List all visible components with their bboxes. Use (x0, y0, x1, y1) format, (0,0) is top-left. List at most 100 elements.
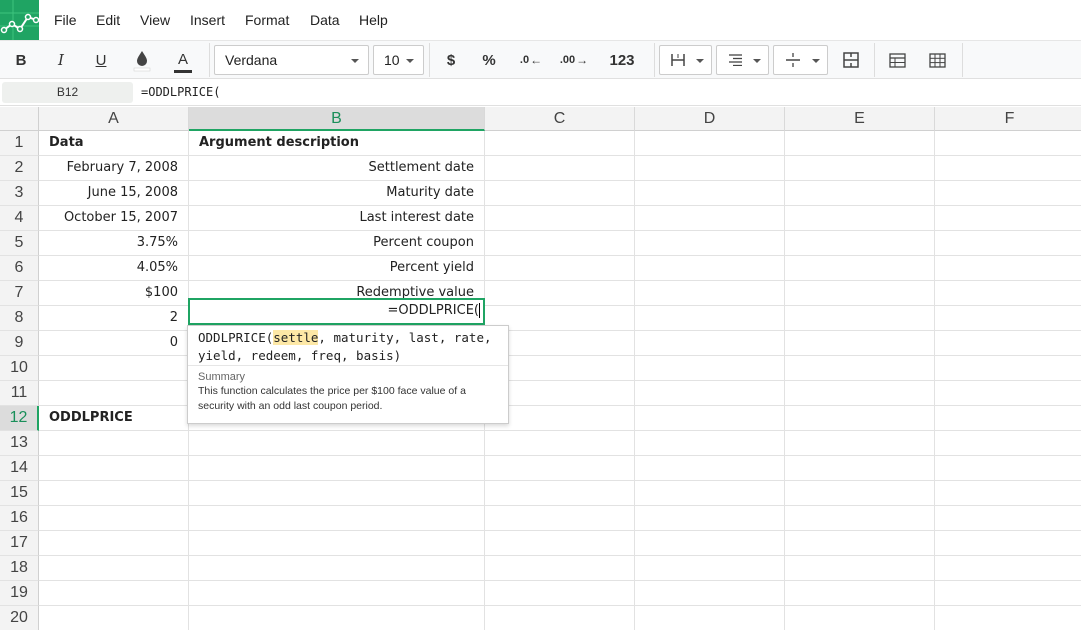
cell-f7[interactable] (935, 281, 1081, 306)
menu-data[interactable]: Data (310, 12, 340, 28)
cell-c7[interactable] (485, 281, 635, 306)
cell-a10[interactable] (39, 356, 189, 381)
cell-a3[interactable]: June 15, 2008 (39, 181, 189, 206)
row-header-15[interactable]: 15 (0, 481, 39, 506)
cell-d8[interactable] (635, 306, 785, 331)
merge-cells-button[interactable] (834, 41, 868, 79)
cell-a4[interactable]: October 15, 2007 (39, 206, 189, 231)
active-cell-editor[interactable]: =ODDLPRICE( (188, 298, 485, 325)
cell-a13[interactable] (39, 431, 189, 456)
menu-file[interactable]: File (54, 12, 77, 28)
cell-f18[interactable] (935, 556, 1081, 581)
cell-f14[interactable] (935, 456, 1081, 481)
cell-f8[interactable] (935, 306, 1081, 331)
row-header-14[interactable]: 14 (0, 456, 39, 481)
row-header-5[interactable]: 5 (0, 231, 39, 256)
cell-a16[interactable] (39, 506, 189, 531)
cell-d9[interactable] (635, 331, 785, 356)
italic-button[interactable]: I (44, 41, 78, 79)
cell-b14[interactable] (189, 456, 485, 481)
cell-f1[interactable] (935, 131, 1081, 156)
cell-f15[interactable] (935, 481, 1081, 506)
row-header-8[interactable]: 8 (0, 306, 39, 331)
menu-view[interactable]: View (140, 12, 170, 28)
formula-input[interactable]: =ODDLPRICE( (141, 85, 220, 99)
currency-format-button[interactable]: $ (434, 41, 468, 79)
column-header-f[interactable]: F (935, 107, 1081, 131)
cell-e2[interactable] (785, 156, 935, 181)
cell-e14[interactable] (785, 456, 935, 481)
cell-e17[interactable] (785, 531, 935, 556)
cell-f17[interactable] (935, 531, 1081, 556)
cell-e18[interactable] (785, 556, 935, 581)
cell-e9[interactable] (785, 331, 935, 356)
cell-b1[interactable]: Argument description (189, 131, 485, 156)
row-header-11[interactable]: 11 (0, 381, 39, 406)
cell-d12[interactable] (635, 406, 785, 431)
cell-d5[interactable] (635, 231, 785, 256)
bold-button[interactable]: B (4, 41, 38, 79)
select-all-corner[interactable] (0, 107, 39, 131)
cell-d7[interactable] (635, 281, 785, 306)
cell-b15[interactable] (189, 481, 485, 506)
align-dropdown[interactable] (716, 45, 769, 75)
cell-e13[interactable] (785, 431, 935, 456)
row-header-18[interactable]: 18 (0, 556, 39, 581)
cell-e12[interactable] (785, 406, 935, 431)
row-header-13[interactable]: 13 (0, 431, 39, 456)
cell-a5[interactable]: 3.75% (39, 231, 189, 256)
cell-a7[interactable]: $100 (39, 281, 189, 306)
cell-c18[interactable] (485, 556, 635, 581)
menu-format[interactable]: Format (245, 12, 289, 28)
cell-d1[interactable] (635, 131, 785, 156)
cell-f2[interactable] (935, 156, 1081, 181)
cell-f19[interactable] (935, 581, 1081, 606)
cell-f13[interactable] (935, 431, 1081, 456)
cell-a12[interactable]: ODDLPRICE (39, 406, 189, 431)
cell-c3[interactable] (485, 181, 635, 206)
cell-b17[interactable] (189, 531, 485, 556)
cell-e1[interactable] (785, 131, 935, 156)
cell-f20[interactable] (935, 606, 1081, 630)
cell-e4[interactable] (785, 206, 935, 231)
cell-c4[interactable] (485, 206, 635, 231)
cell-d3[interactable] (635, 181, 785, 206)
grid-view-button[interactable] (920, 41, 954, 79)
row-header-2[interactable]: 2 (0, 156, 39, 181)
cell-c17[interactable] (485, 531, 635, 556)
cell-c20[interactable] (485, 606, 635, 630)
percent-format-button[interactable]: % (472, 41, 506, 79)
font-size-select[interactable]: 10 (373, 45, 424, 75)
cell-b6[interactable]: Percent yield (189, 256, 485, 281)
row-header-16[interactable]: 16 (0, 506, 39, 531)
cell-f11[interactable] (935, 381, 1081, 406)
text-color-button[interactable]: A (166, 41, 200, 79)
cell-c16[interactable] (485, 506, 635, 531)
number-format-button[interactable]: 123 (600, 41, 644, 79)
cell-a2[interactable]: February 7, 2008 (39, 156, 189, 181)
freeze-rows-button[interactable] (880, 41, 914, 79)
cell-a1[interactable]: Data (39, 131, 189, 156)
column-header-c[interactable]: C (485, 107, 635, 131)
cell-d14[interactable] (635, 456, 785, 481)
borders-dropdown[interactable] (659, 45, 712, 75)
cell-e3[interactable] (785, 181, 935, 206)
cell-a18[interactable] (39, 556, 189, 581)
cell-b5[interactable]: Percent coupon (189, 231, 485, 256)
cell-b16[interactable] (189, 506, 485, 531)
row-header-7[interactable]: 7 (0, 281, 39, 306)
cell-a17[interactable] (39, 531, 189, 556)
cell-c14[interactable] (485, 456, 635, 481)
cell-e11[interactable] (785, 381, 935, 406)
cell-e8[interactable] (785, 306, 935, 331)
cell-d19[interactable] (635, 581, 785, 606)
decrease-decimal-button[interactable]: .0 ← (512, 41, 550, 79)
cell-e15[interactable] (785, 481, 935, 506)
cell-d4[interactable] (635, 206, 785, 231)
cell-a9[interactable]: 0 (39, 331, 189, 356)
cell-e20[interactable] (785, 606, 935, 630)
cell-b20[interactable] (189, 606, 485, 630)
cell-a14[interactable] (39, 456, 189, 481)
fill-color-button[interactable] (124, 41, 160, 79)
column-header-e[interactable]: E (785, 107, 935, 131)
